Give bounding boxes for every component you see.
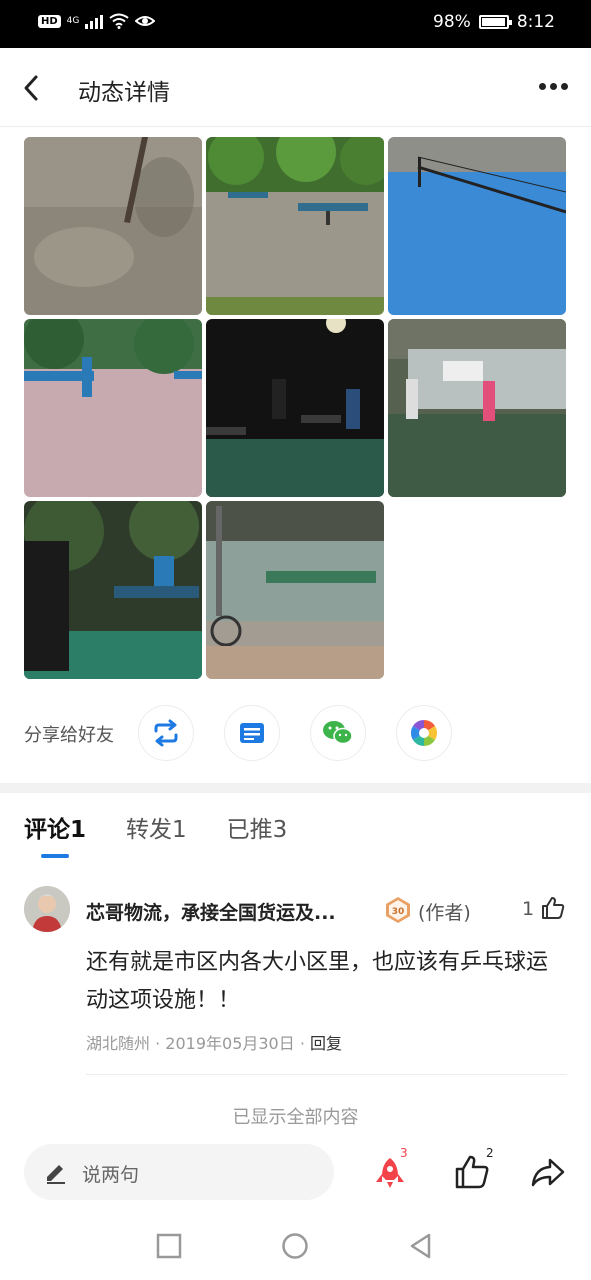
tab-comments[interactable]: 评论1 xyxy=(24,810,86,844)
meta-separator: · xyxy=(299,1034,305,1053)
pencil-icon xyxy=(47,1165,65,1184)
signal-icon xyxy=(85,13,104,29)
push-button[interactable]: 3 xyxy=(370,1146,410,1192)
chevron-left-icon[interactable] xyxy=(16,72,48,104)
meta-separator: · xyxy=(155,1034,161,1053)
comment-input[interactable]: 说两句 xyxy=(24,1144,334,1200)
level-badge-text: 30 xyxy=(392,907,405,917)
all-content-shown-note: 已显示全部内容 xyxy=(232,1107,359,1128)
more-horizontal-icon[interactable] xyxy=(539,78,569,94)
battery-icon xyxy=(478,15,512,29)
photo-evening-player[interactable] xyxy=(24,501,202,679)
reply-link[interactable]: 回复 xyxy=(310,1034,342,1053)
wechat-icon xyxy=(323,721,353,745)
repost-button[interactable] xyxy=(138,705,194,761)
comment-tabs: 评论1 转发1 已推3 xyxy=(24,810,287,844)
thumbs-up-icon[interactable] xyxy=(540,895,566,921)
comment-input-placeholder: 说两句 xyxy=(82,1164,140,1186)
circle-icon[interactable] xyxy=(281,1232,309,1260)
comment-location: 湖北随州 xyxy=(86,1034,151,1053)
comment-like-count: 1 xyxy=(522,898,535,920)
photo-covered-court[interactable] xyxy=(388,319,566,497)
page-title: 动态详情 xyxy=(78,80,170,106)
level-badge-icon: 30 xyxy=(386,897,410,923)
photo-shelter-bikes[interactable] xyxy=(206,501,384,679)
card-icon xyxy=(240,723,264,743)
wechat-share-button[interactable] xyxy=(310,705,366,761)
moments-icon xyxy=(410,719,438,747)
photo-blue-table-net[interactable] xyxy=(388,137,566,315)
clock: 8:12 xyxy=(516,12,555,32)
author-tag: (作者) xyxy=(418,902,471,924)
push-count: 3 xyxy=(400,1146,408,1160)
share-button[interactable] xyxy=(528,1152,568,1192)
tab-reposts[interactable]: 转发1 xyxy=(126,810,187,844)
share-row: 分享给好友 xyxy=(24,703,567,763)
wifi-icon xyxy=(109,13,129,29)
photo-plaza-players[interactable] xyxy=(24,319,202,497)
bottom-action-bar: 说两句 3 2 xyxy=(0,1134,591,1210)
system-nav-bar xyxy=(0,1212,591,1280)
app-header: 动态详情 xyxy=(0,48,591,127)
hd-indicator: HD xyxy=(38,14,61,28)
avatar[interactable] xyxy=(24,886,70,932)
moments-share-button[interactable] xyxy=(396,705,452,761)
photo-night-players[interactable] xyxy=(206,319,384,497)
like-count: 2 xyxy=(486,1146,494,1160)
repost-icon xyxy=(154,719,178,747)
like-button[interactable]: 2 xyxy=(452,1146,494,1192)
network-type: 4G xyxy=(66,16,80,26)
comment-text: 还有就是市区内各大小区里，也应该有乒乓球运动这项设施！！ xyxy=(86,950,549,1013)
square-icon[interactable] xyxy=(155,1232,183,1260)
comment-date: 2019年05月30日 xyxy=(165,1034,295,1053)
photo-ground-pole[interactable] xyxy=(24,137,202,315)
photo-outdoor-tables[interactable] xyxy=(206,137,384,315)
card-share-button[interactable] xyxy=(224,705,280,761)
comment-divider xyxy=(86,1074,567,1075)
eye-comfort-icon xyxy=(135,16,156,26)
section-divider xyxy=(0,783,591,793)
comment-meta: 湖北随州 · 2019年05月30日 · 回复 xyxy=(86,1030,342,1054)
photo-gallery xyxy=(24,137,567,679)
status-bar: HD 4G 98% 8:12 xyxy=(0,0,591,48)
tab-indicator xyxy=(41,854,69,858)
triangle-back-icon[interactable] xyxy=(407,1232,435,1260)
share-arrow-icon xyxy=(531,1158,565,1187)
share-label: 分享给好友 xyxy=(24,725,114,746)
tab-pushed[interactable]: 已推3 xyxy=(227,810,288,844)
comment-user-name[interactable]: 芯哥物流，承接全国货运及... xyxy=(86,898,376,925)
battery-percent: 98% xyxy=(433,12,471,32)
